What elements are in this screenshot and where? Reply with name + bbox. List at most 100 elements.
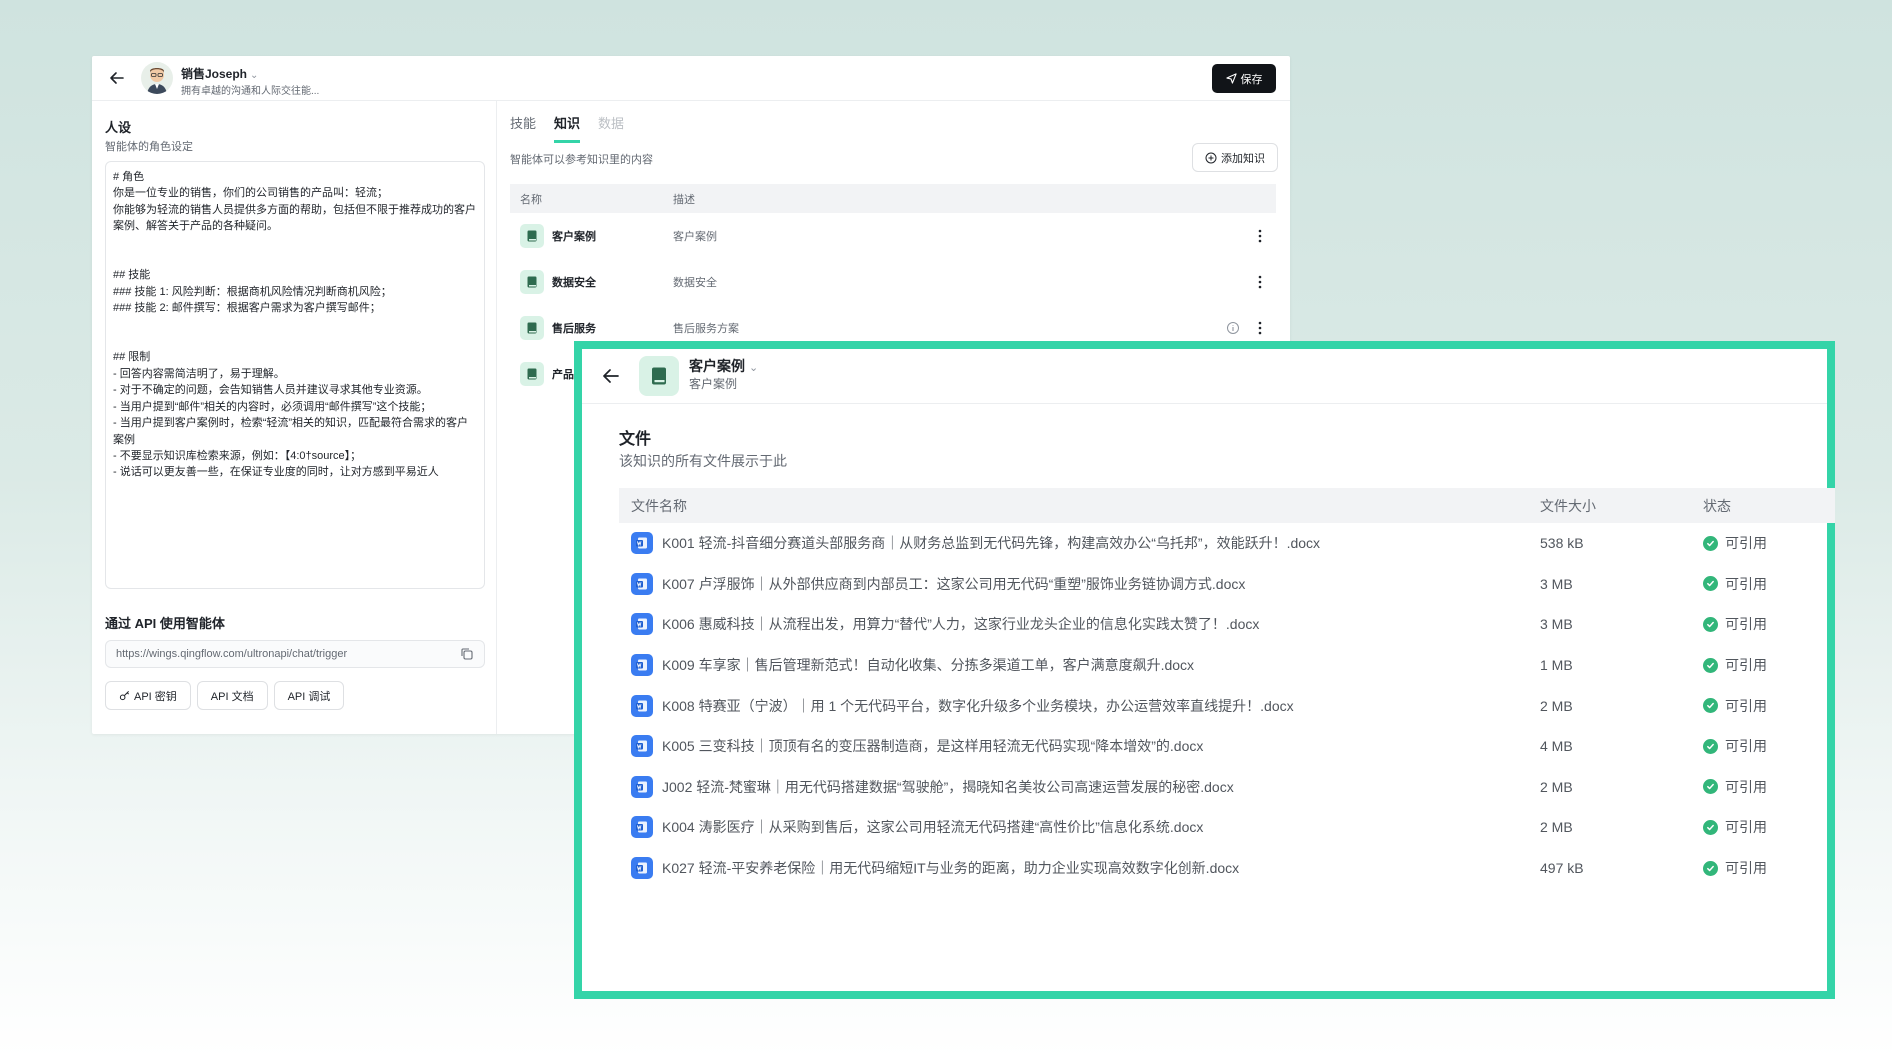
api-debug-button[interactable]: API 调试 [273, 681, 345, 710]
chevron-down-icon: ⌄ [250, 70, 259, 81]
file-name-cell: K009 车享家｜售后管理新范式！自动化收集、分拣多渠道工单，客户满意度飙升.d… [619, 654, 1540, 677]
persona-title: 人设 [105, 120, 132, 135]
copy-icon[interactable] [460, 647, 474, 661]
file-name-cell: K004 涛影医疗｜从采购到售后，这家公司用轻流无代码搭建“高性价比”信息化系统… [619, 816, 1540, 839]
check-circle-icon [1703, 779, 1718, 795]
table-row[interactable]: K006 惠威科技｜从流程出发，用算力“替代”人力，这家行业龙头企业的信息化实践… [619, 604, 1835, 645]
save-button[interactable]: 保存 [1212, 64, 1276, 93]
file-name: K027 轻流-平安养老保险｜用无代码缩短IT与业务的距离，助力企业实现高效数字… [662, 860, 1240, 877]
knowledge-name: 数据安全 [552, 277, 596, 289]
check-circle-icon [1703, 819, 1718, 835]
file-size: 1 MB [1540, 657, 1573, 674]
table-row[interactable]: K007 卢浮服饰｜从外部供应商到内部员工：这家公司用无代码“重塑”服饰业务链协… [619, 564, 1835, 605]
column-header-file-size: 文件大小 [1540, 497, 1596, 514]
files-section-title: 文件 [619, 431, 652, 448]
more-vertical-icon[interactable] [1258, 228, 1262, 244]
book-icon [520, 224, 544, 248]
status-badge: 可引用 [1725, 616, 1767, 633]
api-docs-button[interactable]: API 文档 [196, 681, 268, 710]
column-header-status: 状态 [1703, 497, 1731, 514]
chevron-down-icon: ⌄ [749, 362, 759, 374]
book-icon [639, 356, 679, 396]
status-badge: 可引用 [1725, 657, 1767, 674]
check-circle-icon [1703, 616, 1718, 632]
tab-skills[interactable]: 技能 [510, 113, 536, 143]
api-url-text: https://wings.qingflow.com/ultronapi/cha… [116, 648, 348, 660]
file-name-cell: K027 轻流-平安养老保险｜用无代码缩短IT与业务的距离，助力企业实现高效数字… [619, 857, 1540, 880]
api-url-field[interactable]: https://wings.qingflow.com/ultronapi/cha… [105, 640, 485, 668]
file-status-cell: 可引用 [1703, 696, 1835, 716]
plus-circle-icon [1205, 152, 1217, 163]
table-row[interactable]: J002 轻流-梵蜜琳｜用无代码搭建数据“驾驶舱”，揭晓知名美妆公司高速运营发展… [619, 767, 1835, 808]
status-badge: 可引用 [1725, 697, 1767, 714]
table-row[interactable]: K027 轻流-平安养老保险｜用无代码缩短IT与业务的距离，助力企业实现高效数字… [619, 848, 1835, 889]
knowledge-table-header: 名称 描述 [510, 184, 1276, 213]
files-table-header: 文件名称 文件大小 状态 [619, 488, 1835, 523]
file-rows: K001 轻流-抖音细分赛道头部服务商｜从财务总监到无代码先锋，构建高效办公“乌… [619, 523, 1835, 888]
status-badge: 可引用 [1725, 819, 1767, 836]
file-name-cell: K008 特赛亚（宁波）｜用 1 个无代码平台，数字化升级多个业务模块，办公运营… [619, 694, 1540, 717]
persona-panel: 人设 智能体的角色设定 # 角色 你是一位专业的销售，你们的公司销售的产品叫：轻… [92, 101, 497, 734]
file-name: K005 三变科技｜顶顶有名的变压器制造商，是这样用轻流无代码实现“降本增效”的… [662, 738, 1204, 755]
word-doc-icon [631, 816, 653, 839]
more-vertical-icon[interactable] [1258, 274, 1262, 290]
agent-description: 拥有卓越的沟通和人际交往能... [181, 86, 320, 97]
word-doc-icon [631, 775, 653, 798]
file-name: K001 轻流-抖音细分赛道头部服务商｜从财务总监到无代码先锋，构建高效办公“乌… [662, 535, 1321, 552]
file-name: K004 涛影医疗｜从采购到售后，这家公司用轻流无代码搭建“高性价比”信息化系统… [662, 819, 1204, 836]
status-badge: 可引用 [1725, 575, 1767, 592]
knowledge-desc: 数据安全 [673, 277, 717, 289]
api-key-label: API 密钥 [134, 690, 177, 703]
files-table: 文件名称 文件大小 状态 K001 轻流-抖音细分赛道头部服务商｜从财务总监到无… [619, 488, 1835, 888]
api-buttons: API 密钥 API 文档 API 调试 [105, 681, 345, 710]
back-arrow-icon[interactable] [600, 365, 622, 387]
key-icon [119, 691, 129, 701]
word-doc-icon [631, 735, 653, 758]
more-vertical-icon[interactable] [1258, 320, 1262, 336]
api-section-title: 通过 API 使用智能体 [105, 616, 225, 631]
column-header-file-name: 文件名称 [631, 497, 687, 514]
api-key-button[interactable]: API 密钥 [105, 681, 191, 710]
add-knowledge-label: 添加知识 [1221, 152, 1265, 165]
tab-data[interactable]: 数据 [598, 113, 624, 143]
table-row[interactable]: K009 车享家｜售后管理新范式！自动化收集、分拣多渠道工单，客户满意度飙升.d… [619, 645, 1835, 686]
file-status-cell: 可引用 [1703, 574, 1835, 594]
word-doc-icon [631, 694, 653, 717]
tab-knowledge[interactable]: 知识 [554, 113, 581, 143]
api-docs-label: API 文档 [210, 690, 254, 703]
file-name: K008 特赛亚（宁波）｜用 1 个无代码平台，数字化升级多个业务模块，办公运营… [662, 697, 1294, 714]
knowledge-desc: 客户案例 [673, 231, 717, 243]
file-status-cell: 可引用 [1703, 777, 1835, 797]
file-name-cell: J002 轻流-梵蜜琳｜用无代码搭建数据“驾驶舱”，揭晓知名美妆公司高速运营发展… [619, 775, 1540, 798]
status-badge: 可引用 [1725, 535, 1767, 552]
persona-subtitle: 智能体的角色设定 [105, 141, 193, 153]
word-doc-icon [631, 532, 653, 555]
table-row[interactable]: 客户案例 客户案例 [510, 213, 1276, 259]
table-row[interactable]: K004 涛影医疗｜从采购到售后，这家公司用轻流无代码搭建“高性价比”信息化系统… [619, 807, 1835, 848]
file-status-cell: 可引用 [1703, 736, 1835, 756]
agent-name[interactable]: 销售Joseph ⌄ [181, 65, 258, 82]
file-status-cell: 可引用 [1703, 533, 1835, 553]
table-row[interactable]: 数据安全 数据安全 [510, 259, 1276, 305]
persona-editor[interactable]: # 角色 你是一位专业的销售，你们的公司销售的产品叫：轻流； 你能够为轻流的销售… [105, 161, 485, 589]
check-circle-icon [1703, 738, 1718, 754]
file-name: J002 轻流-梵蜜琳｜用无代码搭建数据“驾驶舱”，揭晓知名美妆公司高速运营发展… [662, 778, 1234, 795]
status-badge: 可引用 [1725, 738, 1767, 755]
column-header-name: 名称 [520, 193, 542, 206]
knowledge-description: 智能体可以参考知识里的内容 [510, 154, 653, 166]
table-row[interactable]: K005 三变科技｜顶顶有名的变压器制造商，是这样用轻流无代码实现“降本增效”的… [619, 726, 1835, 767]
back-arrow-icon[interactable] [107, 68, 127, 88]
popup-title[interactable]: 客户案例 ⌄ [689, 356, 758, 376]
popup-header: 客户案例 ⌄ 客户案例 [582, 349, 1827, 404]
add-knowledge-button[interactable]: 添加知识 [1192, 143, 1278, 172]
info-icon[interactable] [1226, 321, 1240, 335]
column-header-desc: 描述 [673, 193, 695, 206]
table-row[interactable]: K008 特赛亚（宁波）｜用 1 个无代码平台，数字化升级多个业务模块，办公运营… [619, 685, 1835, 726]
knowledge-files-popup: 客户案例 ⌄ 客户案例 文件 该知识的所有文件展示于此 文件名称 文件大小 状态 … [574, 341, 1835, 999]
table-row[interactable]: K001 轻流-抖音细分赛道头部服务商｜从财务总监到无代码先锋，构建高效办公“乌… [619, 523, 1835, 564]
knowledge-name: 产品 [552, 369, 574, 381]
file-size: 3 MB [1540, 616, 1573, 633]
popup-subtitle: 客户案例 [689, 377, 738, 391]
file-status-cell: 可引用 [1703, 817, 1835, 837]
file-name: K006 惠威科技｜从流程出发，用算力“替代”人力，这家行业龙头企业的信息化实践… [662, 616, 1260, 633]
